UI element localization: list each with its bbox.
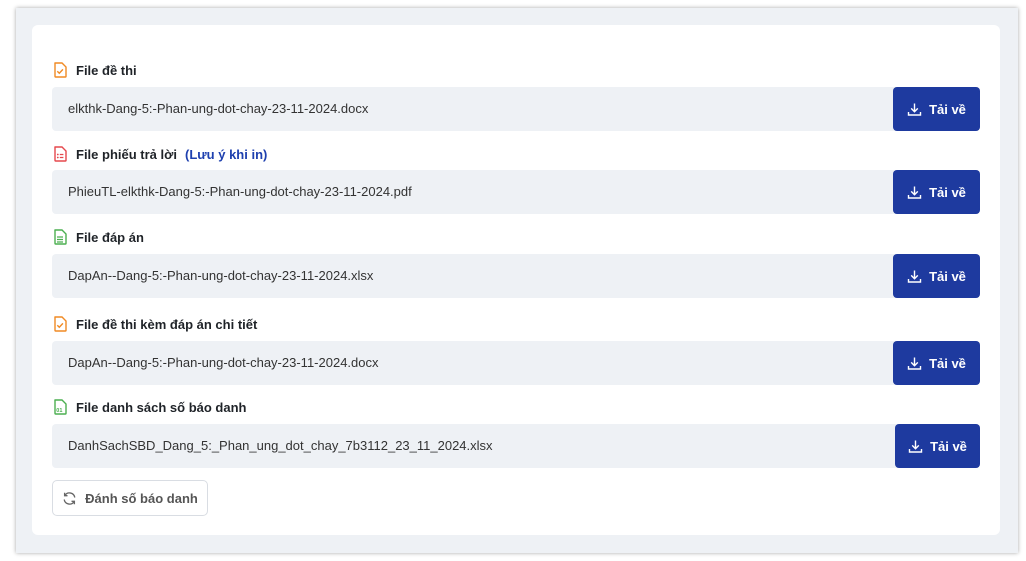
document-orange-icon	[53, 316, 67, 332]
file-section-label: File đề thi kèm đáp án chi tiết	[53, 315, 257, 333]
print-note-link[interactable]: (Lưu ý khi in)	[185, 147, 267, 162]
download-button[interactable]: Tải về	[893, 170, 980, 214]
download-icon	[907, 270, 922, 283]
file-section-label: File đáp án	[53, 228, 144, 246]
section-title: File đề thi kèm đáp án chi tiết	[76, 316, 258, 332]
file-name: DanhSachSBD_Dang_5:_Phan_ung_dot_chay_7b…	[68, 438, 493, 453]
download-icon	[908, 440, 923, 453]
file-row-answer-sheet: PhieuTL-elkthk-Dang-5:-Phan-ung-dot-chay…	[52, 170, 980, 214]
download-button[interactable]: Tải về	[895, 424, 980, 468]
renumber-label: Đánh số báo danh	[85, 490, 198, 506]
file-name: DapAn--Dang-5:-Phan-ung-dot-chay-23-11-2…	[68, 268, 374, 283]
document-orange-icon	[53, 62, 67, 78]
file-name: elkthk-Dang-5:-Phan-ung-dot-chay-23-11-2…	[68, 101, 369, 116]
svg-text:01: 01	[56, 408, 62, 414]
file-row-candidate-list: DanhSachSBD_Dang_5:_Phan_ung_dot_chay_7b…	[52, 424, 980, 468]
refresh-icon	[63, 491, 76, 505]
file-row-answer-key: DapAn--Dang-5:-Phan-ung-dot-chay-23-11-2…	[52, 254, 980, 298]
file-section-label: File phiếu trả lời (Lưu ý khi in)	[53, 145, 267, 163]
spreadsheet-green-icon	[53, 229, 67, 245]
download-label: Tải về	[929, 101, 966, 117]
download-label: Tải về	[929, 268, 966, 284]
download-label: Tải về	[929, 184, 966, 200]
file-name: PhieuTL-elkthk-Dang-5:-Phan-ung-dot-chay…	[68, 184, 412, 199]
spreadsheet-green-icon: 01	[53, 399, 67, 415]
download-button[interactable]: Tải về	[893, 341, 980, 385]
section-title: File đề thi	[76, 62, 137, 78]
file-row-exam: elkthk-Dang-5:-Phan-ung-dot-chay-23-11-2…	[52, 87, 980, 131]
section-title: File phiếu trả lời	[76, 146, 177, 162]
file-row-exam-with-key: DapAn--Dang-5:-Phan-ung-dot-chay-23-11-2…	[52, 341, 980, 385]
section-title: File đáp án	[76, 229, 144, 245]
renumber-candidates-button[interactable]: Đánh số báo danh	[52, 480, 208, 516]
answer-sheet-red-icon	[53, 146, 67, 162]
download-button[interactable]: Tải về	[893, 254, 980, 298]
file-section-label: File đề thi	[53, 61, 137, 79]
file-name: DapAn--Dang-5:-Phan-ung-dot-chay-23-11-2…	[68, 355, 379, 370]
section-title: File danh sách số báo danh	[76, 399, 247, 415]
download-icon	[907, 186, 922, 199]
download-button[interactable]: Tải về	[893, 87, 980, 131]
download-label: Tải về	[929, 355, 966, 371]
file-section-label: 01 File danh sách số báo danh	[53, 398, 246, 416]
download-icon	[907, 103, 922, 116]
download-label: Tải về	[930, 438, 967, 454]
download-icon	[907, 357, 922, 370]
